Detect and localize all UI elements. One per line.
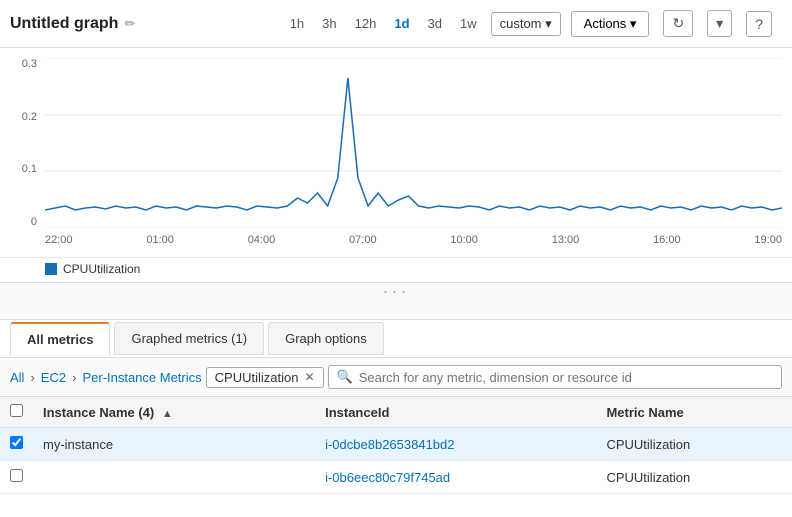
tab-graph-options[interactable]: Graph options bbox=[268, 322, 384, 355]
breadcrumb-all[interactable]: All bbox=[10, 370, 24, 385]
x-label-07: 07:00 bbox=[349, 234, 377, 246]
filter-tag-remove[interactable]: ✕ bbox=[304, 370, 314, 384]
filter-tag: CPUUtilization ✕ bbox=[206, 367, 324, 388]
search-input[interactable] bbox=[359, 370, 773, 385]
breadcrumb-sep-2: › bbox=[72, 370, 76, 385]
filter-bar: All › EC2 › Per-Instance Metrics CPUUtil… bbox=[0, 358, 792, 397]
table-row[interactable]: my-instance i-0dcbe8b2653841bd2 CPUUtili… bbox=[0, 428, 792, 461]
select-all-checkbox[interactable] bbox=[10, 404, 23, 417]
x-label-19: 19:00 bbox=[754, 234, 782, 246]
row-checkbox-cell-2[interactable] bbox=[0, 461, 33, 494]
table-row[interactable]: i-0b6eec80c79f745ad CPUUtilization bbox=[0, 461, 792, 494]
time-3h[interactable]: 3h bbox=[318, 14, 340, 33]
dropdown-button[interactable]: ▾ bbox=[707, 10, 732, 37]
legend-label: CPUUtilization bbox=[63, 262, 140, 276]
x-label-22: 22:00 bbox=[45, 234, 73, 246]
instance-id-1: i-0dcbe8b2653841bd2 bbox=[315, 428, 596, 461]
search-box: 🔍 bbox=[328, 365, 782, 389]
x-axis: 22:00 01:00 04:00 07:00 10:00 13:00 16:0… bbox=[45, 231, 782, 246]
legend-color-box bbox=[45, 263, 57, 275]
time-1h[interactable]: 1h bbox=[286, 14, 308, 33]
metric-name-1: CPUUtilization bbox=[596, 428, 792, 461]
time-controls: 1h 3h 12h 1d 3d 1w custom ▾ Actions ▾ ↻ … bbox=[286, 10, 772, 37]
time-12h[interactable]: 12h bbox=[351, 14, 381, 33]
x-label-01: 01:00 bbox=[146, 234, 174, 246]
metrics-table: Instance Name (4) ▲ InstanceId Metric Na… bbox=[0, 397, 792, 494]
time-3d[interactable]: 3d bbox=[424, 14, 446, 33]
row-checkbox-1[interactable] bbox=[10, 436, 23, 449]
y-label-0: 0 bbox=[31, 216, 37, 228]
time-1w[interactable]: 1w bbox=[456, 14, 481, 33]
time-custom[interactable]: custom ▾ bbox=[491, 12, 561, 36]
header-instance-name[interactable]: Instance Name (4) ▲ bbox=[33, 397, 315, 428]
header: Untitled graph ✏ 1h 3h 12h 1d 3d 1w cust… bbox=[0, 0, 792, 48]
y-label-02: 0.2 bbox=[22, 111, 37, 123]
chart-svg bbox=[45, 58, 782, 228]
breadcrumb-per-instance[interactable]: Per-Instance Metrics bbox=[82, 370, 201, 385]
search-icon: 🔍 bbox=[337, 369, 353, 385]
instance-id-2: i-0b6eec80c79f745ad bbox=[315, 461, 596, 494]
metric-name-2: CPUUtilization bbox=[596, 461, 792, 494]
chart-area: 0.3 0.2 0.1 0 22:00 01:00 04:00 07:00 10… bbox=[0, 48, 792, 258]
instance-name-1: my-instance bbox=[33, 428, 315, 461]
row-checkbox-cell-1[interactable] bbox=[0, 428, 33, 461]
chart-svg-container: 22:00 01:00 04:00 07:00 10:00 13:00 16:0… bbox=[45, 58, 782, 228]
x-label-10: 10:00 bbox=[450, 234, 478, 246]
y-axis: 0.3 0.2 0.1 0 bbox=[0, 58, 42, 228]
y-label-01: 0.1 bbox=[22, 163, 37, 175]
x-label-04: 04:00 bbox=[248, 234, 276, 246]
y-label-03: 0.3 bbox=[22, 58, 37, 70]
breadcrumb-sep-1: › bbox=[30, 370, 34, 385]
filter-tag-label: CPUUtilization bbox=[215, 370, 299, 385]
refresh-button[interactable]: ↻ bbox=[663, 10, 693, 37]
time-1d[interactable]: 1d bbox=[390, 14, 413, 33]
edit-icon[interactable]: ✏ bbox=[124, 16, 135, 32]
tab-all-metrics[interactable]: All metrics bbox=[10, 322, 110, 356]
sort-icon: ▲ bbox=[162, 408, 173, 420]
actions-button[interactable]: Actions ▾ bbox=[571, 11, 650, 37]
header-metric-name: Metric Name bbox=[596, 397, 792, 428]
help-button[interactable]: ? bbox=[746, 11, 772, 37]
header-checkbox-cell bbox=[0, 397, 33, 428]
table-header-row: Instance Name (4) ▲ InstanceId Metric Na… bbox=[0, 397, 792, 428]
row-checkbox-2[interactable] bbox=[10, 469, 23, 482]
chart-legend: CPUUtilization bbox=[0, 258, 792, 282]
x-label-13: 13:00 bbox=[552, 234, 580, 246]
x-label-16: 16:00 bbox=[653, 234, 681, 246]
instance-name-2 bbox=[33, 461, 315, 494]
breadcrumb-ec2[interactable]: EC2 bbox=[41, 370, 66, 385]
tabs-bar: All metrics Graphed metrics (1) Graph op… bbox=[0, 320, 792, 358]
graph-title: Untitled graph bbox=[10, 15, 118, 33]
header-instance-id: InstanceId bbox=[315, 397, 596, 428]
tab-graphed-metrics[interactable]: Graphed metrics (1) bbox=[114, 322, 264, 355]
